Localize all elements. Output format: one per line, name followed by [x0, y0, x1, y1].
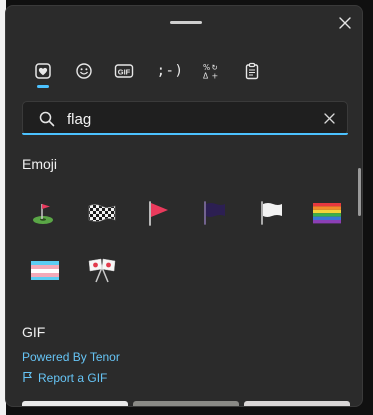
emoji-panel: GIF ;-) % ↻ Δ + flag Emoji GIF Powered B…	[5, 5, 363, 407]
black-flag-icon	[204, 201, 225, 225]
search-icon	[39, 111, 55, 127]
svg-text:+: +	[212, 72, 219, 81]
emoji-triangular-flag[interactable]	[134, 191, 180, 235]
tab-kaomoji[interactable]: ;-)	[152, 56, 188, 86]
emoji-section-heading: Emoji	[22, 156, 58, 172]
report-gif-label: Report a GIF	[38, 371, 108, 385]
tab-emoji[interactable]	[69, 56, 99, 86]
tab-symbols[interactable]: % ↻ Δ +	[196, 56, 226, 86]
clear-search-icon[interactable]	[323, 112, 336, 125]
smiley-icon	[76, 63, 92, 79]
search-box	[22, 101, 348, 135]
emoji-black-flag[interactable]	[190, 191, 236, 235]
white-flag-icon	[261, 201, 282, 225]
gif-thumbnail[interactable]	[244, 401, 350, 406]
svg-text:GIF: GIF	[118, 67, 131, 76]
scrollbar-thumb[interactable]	[358, 168, 361, 216]
emoji-crossed-flags[interactable]	[79, 248, 125, 292]
crossed-flags-icon	[88, 258, 116, 283]
emoji-rainbow-flag[interactable]	[304, 191, 350, 235]
symbols-icon: % ↻ Δ +	[203, 63, 219, 81]
emoji-flag-in-hole[interactable]	[22, 191, 68, 235]
gif-icon: GIF	[114, 64, 134, 78]
drag-handle[interactable]	[170, 21, 202, 24]
category-tabs: GIF ;-) % ↻ Δ +	[22, 56, 282, 90]
triangular-flag-icon	[149, 201, 168, 226]
gif-thumbnail[interactable]	[22, 401, 128, 406]
search-input[interactable]	[67, 108, 307, 130]
gif-thumbnail[interactable]	[133, 401, 239, 406]
transgender-flag-icon	[31, 261, 59, 280]
selected-tab-indicator	[37, 85, 49, 88]
tab-clipboard[interactable]	[237, 56, 267, 86]
gif-section-heading: GIF	[22, 324, 46, 340]
close-button[interactable]	[336, 14, 354, 32]
search-focus-underline	[22, 133, 348, 135]
heart-icon	[35, 63, 51, 79]
report-icon	[23, 371, 32, 382]
rainbow-flag-icon	[313, 203, 341, 224]
flag-in-hole-icon	[33, 204, 53, 224]
powered-by-tenor-link[interactable]: Powered By Tenor	[22, 350, 120, 364]
kaomoji-icon: ;-)	[156, 63, 184, 79]
chequered-flag-icon	[88, 204, 116, 222]
emoji-white-flag[interactable]	[247, 191, 293, 235]
svg-text:Δ: Δ	[203, 72, 209, 81]
report-gif-link[interactable]: Report a GIF	[22, 371, 107, 385]
emoji-chequered-flag[interactable]	[79, 191, 125, 235]
emoji-transgender-flag[interactable]	[22, 248, 68, 292]
clipboard-icon	[245, 62, 259, 80]
tab-gif[interactable]: GIF	[109, 56, 139, 86]
close-icon	[339, 17, 351, 29]
tab-favorites[interactable]	[28, 56, 58, 88]
